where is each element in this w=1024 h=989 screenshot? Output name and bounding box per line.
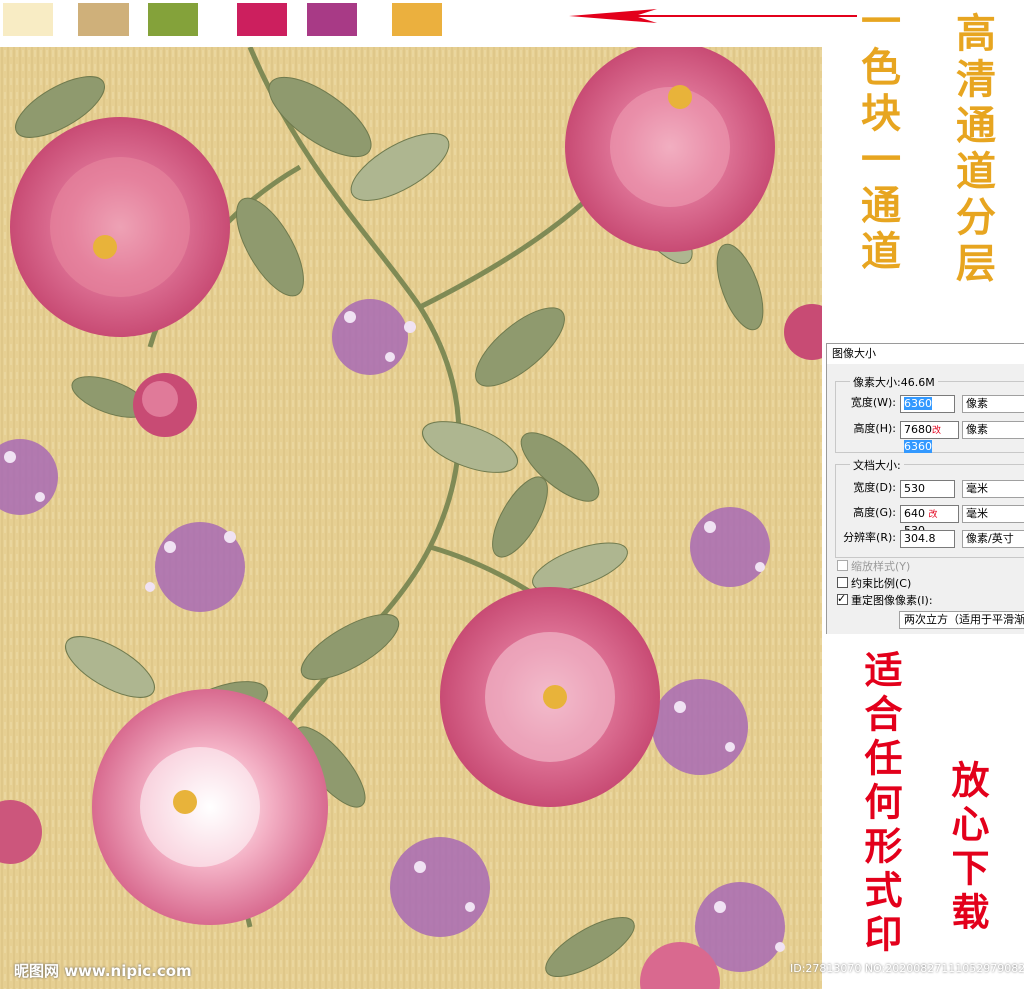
image-size-dialog: 图像大小 像素大小:46.6M 宽度(W): 6360 像素 高度(H): 76… — [826, 343, 1024, 634]
caption-hd-channel-layers: 高清通道分层 — [949, 12, 996, 288]
resample-method-select[interactable]: 两次立方（适用于平滑渐变 — [899, 611, 1024, 629]
caption-download-with-confidence: 放心下载 — [945, 760, 990, 936]
site-watermark: 昵图网 www.nipic.com — [14, 962, 192, 980]
constrain-proportions-checkbox[interactable]: 约束比例(C) — [837, 576, 911, 592]
resolution-unit-select[interactable]: 像素/英寸 — [962, 530, 1024, 548]
doc-height-unit-select[interactable]: 毫米 — [962, 505, 1024, 523]
color-swatch-6 — [392, 3, 442, 36]
doc-height-row: 高度(G): — [842, 504, 896, 522]
pixel-width-unit-select[interactable]: 像素 — [962, 395, 1024, 413]
resolution-input[interactable]: 304.8 — [900, 530, 955, 548]
red-arrow-left-icon — [569, 9, 857, 23]
doc-width-row: 宽度(D): — [842, 479, 896, 497]
pixel-size-group: 像素大小:46.6M 宽度(W): 6360 像素 高度(H): 7680改63… — [835, 374, 1024, 453]
scale-styles-checkbox[interactable]: 缩放样式(Y) — [837, 559, 910, 575]
doc-width-unit-select[interactable]: 毫米 — [962, 480, 1024, 498]
floral-pattern-image — [0, 47, 822, 989]
dialog-title: 图像大小 — [827, 344, 1024, 364]
pixel-width-input[interactable]: 6360 — [900, 395, 955, 413]
pixel-height-label: 高度(H): — [853, 422, 896, 435]
pixel-width-label: 宽度(W): — [850, 396, 896, 409]
caption-one-color-one-channel: 一色块一通道 — [854, 0, 901, 276]
color-swatch-2 — [78, 3, 129, 36]
pixel-height-row: 高度(H): — [842, 420, 896, 438]
pixel-size-label: 像素大小:46.6M — [850, 374, 938, 390]
resample-image-checkbox[interactable]: 重定图像像素(I): — [837, 591, 933, 609]
pixel-width-row: 宽度(W): — [842, 394, 896, 412]
color-swatch-4 — [237, 3, 287, 36]
pixel-height-input[interactable]: 7680改6360 — [900, 421, 959, 453]
resolution-label: 分辨率(R): — [843, 531, 896, 544]
color-swatch-5 — [307, 3, 357, 36]
document-size-label: 文档大小: — [850, 457, 904, 473]
color-swatch-1 — [3, 3, 53, 36]
caption-suitable-for-printing: 适合任何形式印 — [858, 650, 903, 958]
doc-height-label: 高度(G): — [853, 506, 896, 519]
color-swatch-3 — [148, 3, 198, 36]
doc-height-input[interactable]: 640 改 530 — [900, 505, 959, 537]
document-size-group: 文档大小: 宽度(D): 530 毫米 高度(G): 640 改 530 毫米 … — [835, 457, 1024, 558]
resolution-row: 分辨率(R): — [842, 529, 896, 547]
image-id-watermark: ID:27813070 NO:20200827111052979082 — [790, 962, 1024, 975]
pixel-height-unit-select[interactable]: 像素 — [962, 421, 1024, 439]
doc-width-input[interactable]: 530 — [900, 480, 955, 498]
doc-width-label: 宽度(D): — [853, 481, 896, 494]
